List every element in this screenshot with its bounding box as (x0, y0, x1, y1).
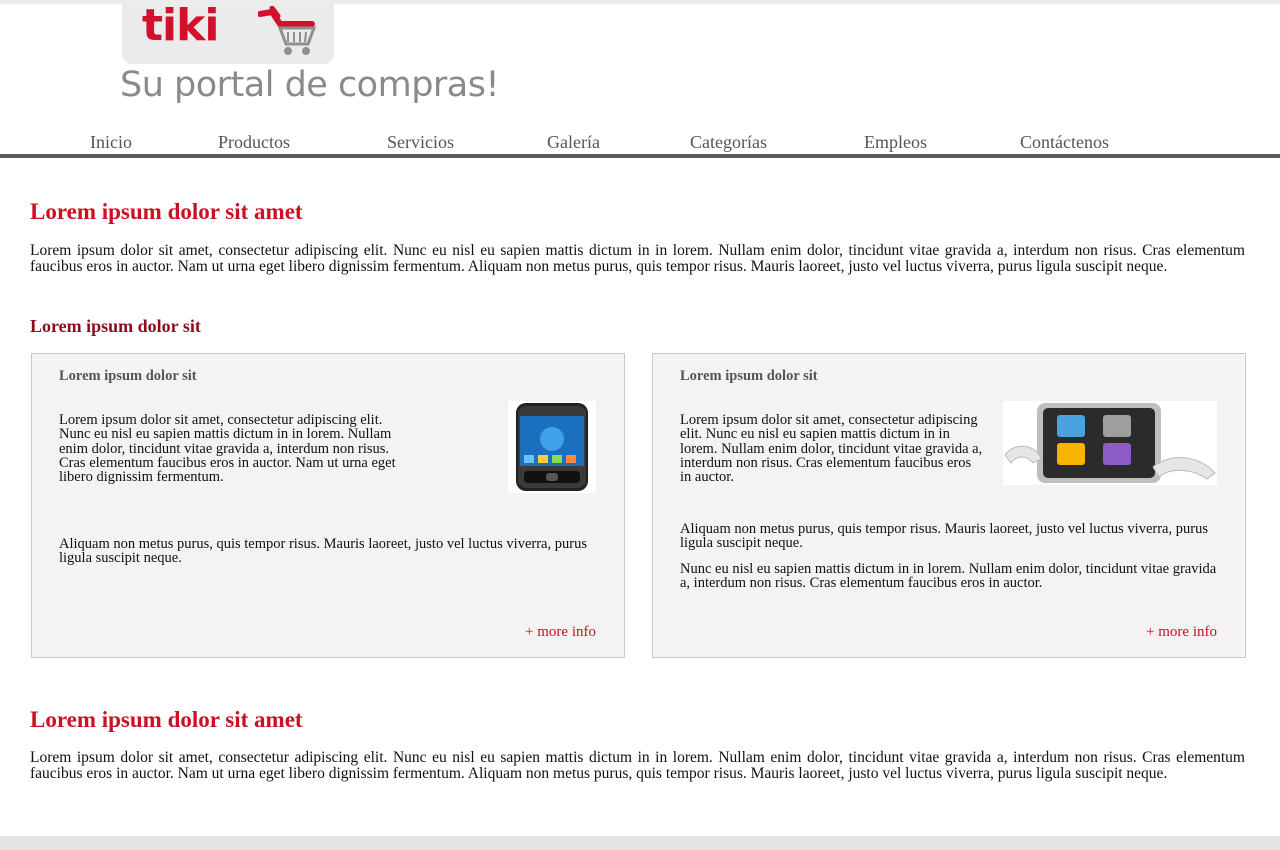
more-info-link[interactable]: + more info (1146, 624, 1217, 641)
nav-item-productos[interactable]: Productos (218, 132, 290, 153)
smartphone-image[interactable] (508, 401, 596, 493)
product-card: Lorem ipsum dolor sit Lorem ipsum dolor … (31, 353, 625, 658)
logo-text: tiki (142, 0, 219, 51)
nav-item-galeria[interactable]: Galería (547, 132, 600, 153)
nav-divider (0, 154, 1280, 158)
shopping-cart-icon (258, 6, 317, 55)
product-card: Lorem ipsum dolor sit Lorem ipsum dolor … (652, 353, 1246, 658)
card-paragraph: Lorem ipsum dolor sit amet, consectetur … (59, 412, 396, 486)
nav-item-servicios[interactable]: Servicios (387, 132, 454, 153)
section-title: Lorem ipsum dolor sit amet (30, 199, 303, 224)
section-body: Lorem ipsum dolor sit amet, consectetur … (30, 749, 1245, 782)
section-body: Lorem ipsum dolor sit amet, consectetur … (30, 242, 1245, 275)
nav-item-empleos[interactable]: Empleos (864, 132, 927, 153)
card-paragraph: Lorem ipsum dolor sit amet, consectetur … (680, 412, 983, 486)
card-title: Lorem ipsum dolor sit (59, 368, 197, 384)
media-player-image[interactable] (1003, 401, 1217, 485)
featured-title: Lorem ipsum dolor sit (30, 316, 201, 336)
nav-item-contactenos[interactable]: Contáctenos (1020, 132, 1109, 153)
logo[interactable]: tiki (122, 2, 334, 64)
more-info-link[interactable]: + more info (525, 624, 596, 641)
card-paragraph: Aliquam non metus purus, quis tempor ris… (59, 536, 587, 567)
tagline: Su portal de compras! (120, 65, 500, 105)
card-title: Lorem ipsum dolor sit (680, 368, 818, 384)
card-paragraph: Aliquam non metus purus, quis tempor ris… (680, 521, 1208, 552)
section-title: Lorem ipsum dolor sit amet (30, 707, 303, 732)
footer (0, 836, 1280, 850)
smartphone-icon (516, 403, 588, 491)
card-paragraph: Nunc eu nisl eu sapien mattis dictum in … (680, 561, 1217, 592)
nav-item-inicio[interactable]: Inicio (90, 132, 132, 153)
main-nav: Inicio Productos Servicios Galería Categ… (0, 130, 1280, 154)
nav-item-categorias[interactable]: Categorías (690, 132, 767, 153)
media-player-icon (1004, 403, 1216, 483)
